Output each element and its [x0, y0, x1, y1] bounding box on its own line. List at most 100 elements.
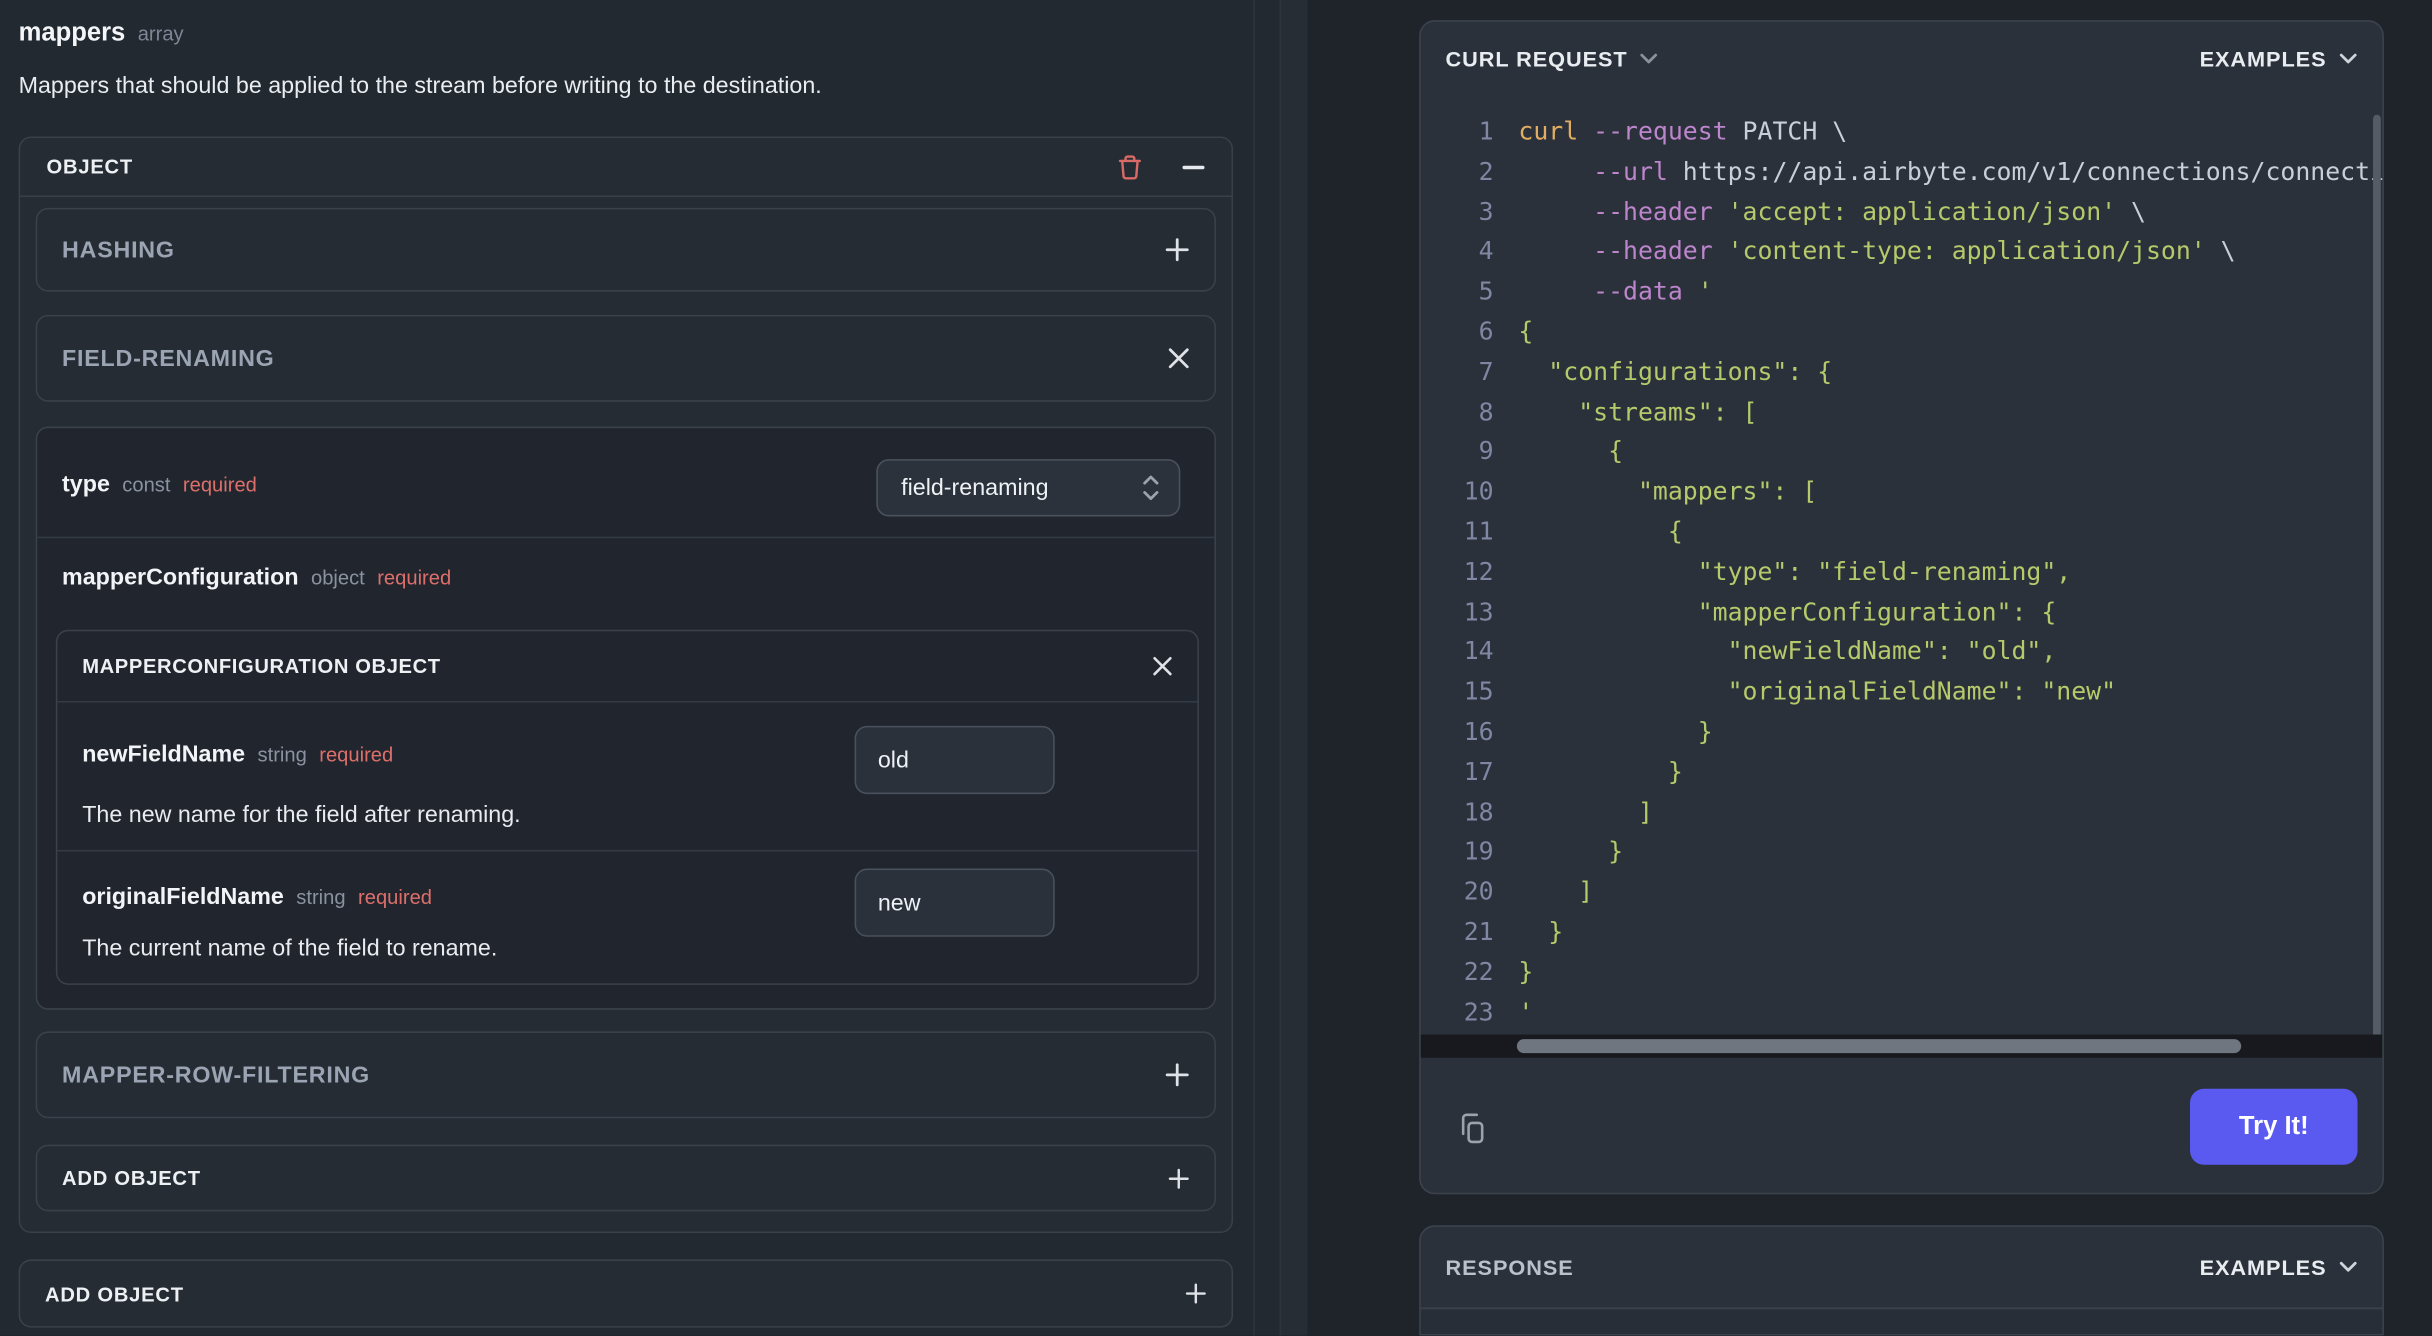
chevron-down-icon: [2339, 53, 2357, 64]
code-block[interactable]: 1 curl --request PATCH \ 2 --url https://a…: [1421, 96, 2383, 1055]
code-line: 15 "originalFieldName": "new": [1463, 676, 2117, 706]
plus-icon: [1185, 1283, 1206, 1304]
close-icon[interactable]: [1152, 656, 1172, 676]
newFieldName-name: newFieldName: [82, 741, 246, 768]
plus-icon[interactable]: [1165, 1062, 1190, 1087]
type-prop-kind: const: [122, 473, 171, 497]
code-line: 21 }: [1463, 916, 1564, 947]
examples-dropdown[interactable]: EXAMPLES: [2199, 46, 2358, 72]
originalFieldName-name: originalFieldName: [82, 884, 284, 911]
schema-pane: mappers array Mappers that should be app…: [0, 0, 1257, 1336]
section-field-renaming-label: FIELD-RENAMING: [62, 345, 275, 372]
mapper-configuration-header: MAPPERCONFIGURATION OBJECT: [57, 631, 1198, 703]
code-line: 3 --header 'accept: application/json' \: [1478, 196, 2146, 226]
plus-icon: [1168, 1167, 1189, 1189]
page: mappers array Mappers that should be app…: [0, 0, 2432, 1336]
code-line: 18 ]: [1463, 796, 1653, 826]
code-line: 23 ': [1463, 996, 1534, 1027]
code-line: 10 "mappers": [: [1463, 476, 1818, 506]
originalFieldName-required: required: [358, 885, 433, 909]
code-line: 22}: [1463, 956, 1534, 987]
code-line: 20 ]: [1463, 876, 1594, 907]
type-prop-required: required: [182, 473, 257, 497]
scrollbar-track[interactable]: [1279, 0, 1308, 1336]
object-panel-header: OBJECT: [20, 138, 1232, 197]
response-title: RESPONSE: [1445, 1254, 1574, 1280]
field-title-row: mappers array: [19, 19, 184, 48]
newFieldName-prop: newFieldName string required: [82, 741, 393, 767]
section-hashing-label: HASHING: [62, 236, 175, 263]
mapper-configuration-panel: MAPPERCONFIGURATION OBJECT newFieldName …: [55, 629, 1199, 985]
code-line: 7 "configurations": {: [1478, 356, 1833, 386]
curl-request-panel: CURL REQUEST EXAMPLES 1 curl --request PA…: [1419, 20, 2384, 1195]
pane-divider[interactable]: [1253, 0, 1308, 1336]
code-line: 17 }: [1463, 756, 1683, 786]
field-type: array: [137, 21, 184, 45]
section-field-renaming[interactable]: FIELD-RENAMING: [35, 314, 1216, 402]
vertical-scrollbar[interactable]: [2373, 114, 2381, 1043]
mapper-configuration-title: MAPPERCONFIGURATION OBJECT: [82, 654, 441, 678]
newFieldName-required: required: [319, 742, 394, 767]
code-line: 13 "mapperConfiguration": {: [1463, 596, 2057, 626]
mapper-config-required: required: [377, 566, 452, 590]
add-object-outer-button[interactable]: ADD OBJECT: [18, 1259, 1234, 1328]
request-pane: CURL REQUEST EXAMPLES 1 curl --request PA…: [1307, 0, 2432, 1336]
chevron-down-icon[interactable]: [1640, 53, 1659, 65]
originalFieldName-input[interactable]: [854, 868, 1055, 937]
delete-object-button[interactable]: [1117, 153, 1143, 181]
trash-icon: [1118, 154, 1141, 179]
code-line: 19 }: [1463, 836, 1624, 866]
type-prop-name: type: [62, 471, 110, 498]
curl-request-title[interactable]: CURL REQUEST: [1446, 47, 1628, 72]
section-mapper-row-filtering[interactable]: MAPPER-ROW-FILTERING: [35, 1031, 1216, 1119]
field-renaming-content: type const required field-renaming mappe…: [35, 426, 1216, 1010]
code-line: 2 --url https://api.airbyte.com/v1/conne…: [1478, 156, 2383, 186]
close-icon[interactable]: [1168, 347, 1190, 369]
horizontal-scrollbar-thumb[interactable]: [1516, 1039, 2242, 1054]
newFieldName-kind: string: [257, 742, 307, 767]
type-prop: type const required: [62, 472, 257, 498]
response-examples-label: EXAMPLES: [2199, 1254, 2327, 1280]
copy-icon: [1461, 1113, 1484, 1144]
originalFieldName-desc: The current name of the field to rename.: [82, 935, 498, 962]
mapper-config-prop: mapperConfiguration object required: [62, 565, 451, 591]
add-object-inner-label: ADD OBJECT: [62, 1166, 201, 1190]
section-mapper-row-filtering-label: MAPPER-ROW-FILTERING: [62, 1061, 371, 1089]
type-select[interactable]: field-renaming: [876, 459, 1181, 517]
field-name: mappers: [18, 18, 126, 47]
code-footer: Try It!: [1421, 1058, 2383, 1193]
code-line: 8 "streams": [: [1478, 396, 1758, 426]
copy-button[interactable]: [1456, 1112, 1489, 1145]
try-it-button[interactable]: Try It!: [2190, 1088, 2358, 1165]
newFieldName-desc: The new name for the field after renamin…: [82, 801, 521, 829]
response-header: RESPONSE EXAMPLES: [1420, 1227, 2383, 1310]
curl-request-header: CURL REQUEST EXAMPLES: [1421, 22, 2383, 96]
chevron-down-icon: [2339, 1261, 2357, 1272]
add-object-outer-label: ADD OBJECT: [44, 1281, 184, 1306]
response-body: [1420, 1310, 2383, 1334]
originalFieldName-kind: string: [296, 885, 346, 909]
collapse-object-button[interactable]: [1182, 164, 1205, 170]
examples-label: EXAMPLES: [2199, 46, 2327, 72]
field-description: Mappers that should be applied to the st…: [18, 72, 822, 100]
horizontal-scrollbar-track[interactable]: [1420, 1034, 2383, 1058]
code-line: 11 {: [1463, 516, 1683, 546]
newFieldName-input[interactable]: [854, 725, 1055, 795]
type-select-value: field-renaming: [901, 474, 1049, 501]
code-lines: 1 curl --request PATCH \ 2 --url https://a…: [1421, 112, 2383, 1032]
add-object-inner-button[interactable]: ADD OBJECT: [35, 1144, 1216, 1212]
code-line: 5 --data ': [1478, 276, 1713, 306]
mapper-config-kind: object: [310, 566, 365, 590]
object-panel: OBJECT HASHING FIELD-RENAMING type const…: [18, 136, 1234, 1234]
object-panel-title: OBJECT: [46, 155, 133, 179]
plus-icon[interactable]: [1165, 237, 1190, 262]
code-line: 9 {: [1478, 436, 1624, 466]
code-line: 16 }: [1463, 716, 1713, 746]
stepper-icon: [1143, 475, 1159, 501]
section-hashing[interactable]: HASHING: [35, 207, 1216, 292]
code-line: 14 "newFieldName": "old",: [1463, 636, 2057, 666]
code-line: 12 "type": "field-renaming",: [1463, 556, 2072, 586]
code-line: 4 --header 'content-type: application/js…: [1478, 236, 2236, 266]
originalFieldName-prop: originalFieldName string required: [82, 884, 432, 910]
response-examples-dropdown[interactable]: EXAMPLES: [2200, 1255, 2358, 1280]
